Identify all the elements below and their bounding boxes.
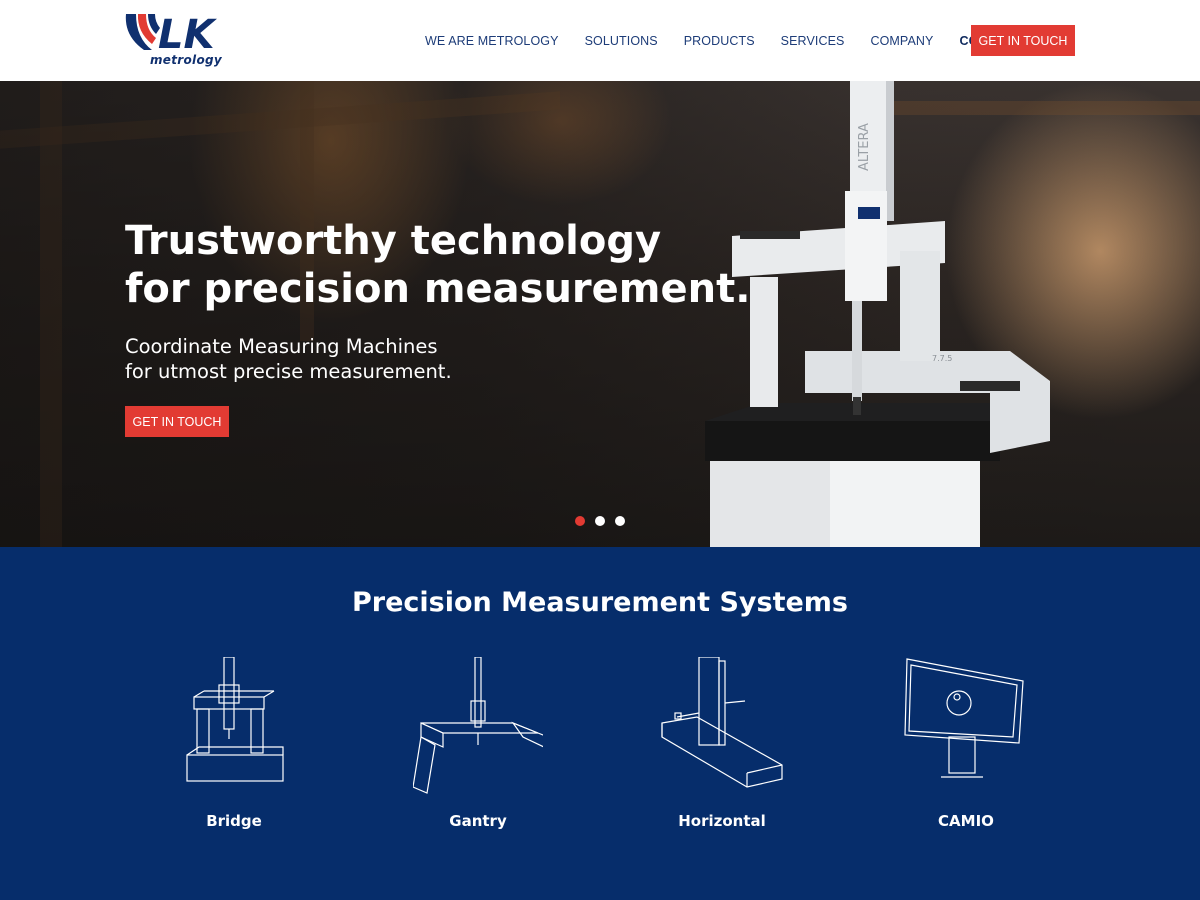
hero-subtitle-line-1: Coordinate Measuring Machines <box>125 335 438 358</box>
logo-subtext: metrology <box>150 53 223 67</box>
nav-company[interactable]: COMPANY <box>870 34 933 48</box>
product-card-gantry[interactable]: Gantry <box>378 657 578 837</box>
hero-get-in-touch-button[interactable]: GET IN TOUCH <box>125 406 229 437</box>
product-label-camio: CAMIO <box>938 812 994 830</box>
hero-banner: ALTERA 7.7.5 Trustworthy technology for … <box>0 81 1200 547</box>
header-get-in-touch-button[interactable]: GET IN TOUCH <box>971 25 1075 56</box>
gantry-cmm-icon <box>413 657 543 794</box>
product-label-bridge: Bridge <box>206 812 262 830</box>
products-section: Precision Measurement Systems Bridge Gan… <box>0 547 1200 900</box>
horizontal-cmm-icon <box>661 657 783 788</box>
nav-we-are-metrology[interactable]: WE ARE METROLOGY <box>425 34 559 48</box>
products-title: Precision Measurement Systems <box>351 587 848 618</box>
nav-products[interactable]: PRODUCTS <box>684 34 755 48</box>
product-card-bridge[interactable]: Bridge <box>134 657 334 837</box>
nav-services[interactable]: SERVICES <box>781 34 845 48</box>
hero-title-line-2: for precision measurement. <box>125 266 751 312</box>
hero-title-line-1: Trustworthy technology <box>125 218 662 264</box>
product-card-camio[interactable]: CAMIO <box>866 657 1066 837</box>
site-header: LK metrology WE ARE METROLOGY SOLUTIONS … <box>0 0 1200 81</box>
machine-brand-text: ALTERA <box>857 123 872 171</box>
machine-model-text: 7.7.5 <box>932 354 952 363</box>
logo-lettering: LK <box>158 12 217 58</box>
altera-cmm-machine-image: ALTERA 7.7.5 <box>705 81 1050 547</box>
nav-solutions[interactable]: SOLUTIONS <box>585 34 658 48</box>
product-card-horizontal[interactable]: Horizontal <box>622 657 822 837</box>
hero-title: Trustworthy technology for precision mea… <box>125 217 765 313</box>
product-label-gantry: Gantry <box>449 812 507 830</box>
camio-monitor-icon <box>904 658 1024 778</box>
bridge-cmm-icon <box>186 657 284 782</box>
carousel-dot-3[interactable] <box>615 516 625 526</box>
product-label-horizontal: Horizontal <box>678 812 766 830</box>
hero-subtitle: Coordinate Measuring Machines for utmost… <box>125 334 545 384</box>
carousel-dots <box>575 516 635 526</box>
carousel-dot-1[interactable] <box>575 516 585 526</box>
carousel-dot-2[interactable] <box>595 516 605 526</box>
main-nav: WE ARE METROLOGY SOLUTIONS PRODUCTS SERV… <box>412 0 1033 81</box>
hero-subtitle-line-2: for utmost precise measurement. <box>125 360 452 383</box>
